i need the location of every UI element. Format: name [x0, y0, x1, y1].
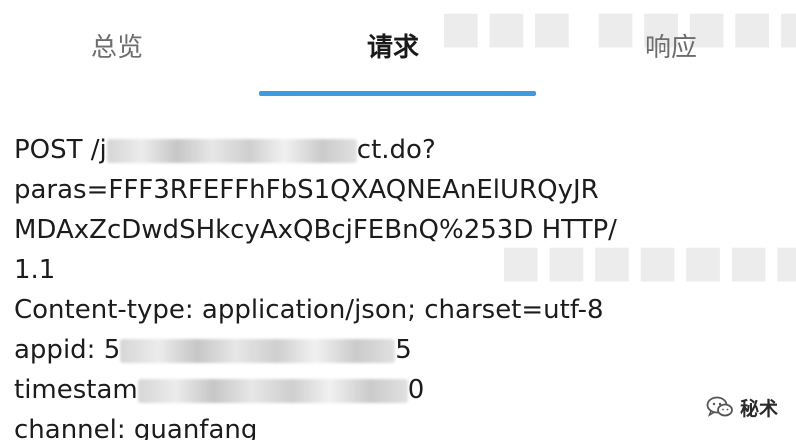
- redacted-blur: [120, 338, 396, 363]
- tab-response[interactable]: 响应: [645, 28, 697, 68]
- tab-bar: 总览 请求 响应: [0, 0, 796, 98]
- request-http-version: 1.1: [14, 255, 56, 285]
- header-timestamp-label: timestam: [14, 375, 138, 405]
- watermark-text: 秘术: [739, 397, 778, 420]
- header-appid-end: 5: [395, 335, 412, 365]
- redacted-blur: [137, 378, 408, 403]
- request-query-line: MDAxZcDwdSHkcyAxQBcjFEBnQ%253D HTTP/: [14, 215, 617, 245]
- header-channel: channel: guanfang: [14, 415, 258, 440]
- request-line: POST /j ct.do?: [14, 130, 784, 170]
- request-raw-text: POST /j ct.do? paras=FFF3RFEFFhFbS1QXAQNE…: [14, 130, 784, 440]
- wechat-icon: [706, 396, 733, 417]
- redacted-blur: [106, 138, 357, 163]
- header-content-type: Content-type: application/json; charset=…: [14, 295, 604, 325]
- active-tab-indicator: [259, 91, 536, 96]
- header-appid: appid: 5 5: [14, 330, 784, 370]
- request-query-line: paras=FFF3RFEFFhFbS1QXAQNEAnElURQyJR: [14, 175, 599, 205]
- header-appid-label: appid: 5: [14, 335, 121, 365]
- wechat-watermark: 秘术: [706, 392, 778, 422]
- tab-request[interactable]: 请求: [367, 28, 419, 68]
- header-timestamp-end: 0: [407, 375, 425, 405]
- request-line-path-end: ct.do?: [356, 135, 436, 165]
- http-request-viewer: ■■■ ■■■■■ ■■■■■■■ 总览 请求 响应 POST /j ct.do?…: [0, 0, 796, 440]
- request-line-method-path: POST /j: [14, 135, 107, 165]
- tab-overview[interactable]: 总览: [91, 28, 143, 68]
- header-timestamp: timestam 0: [14, 370, 784, 410]
